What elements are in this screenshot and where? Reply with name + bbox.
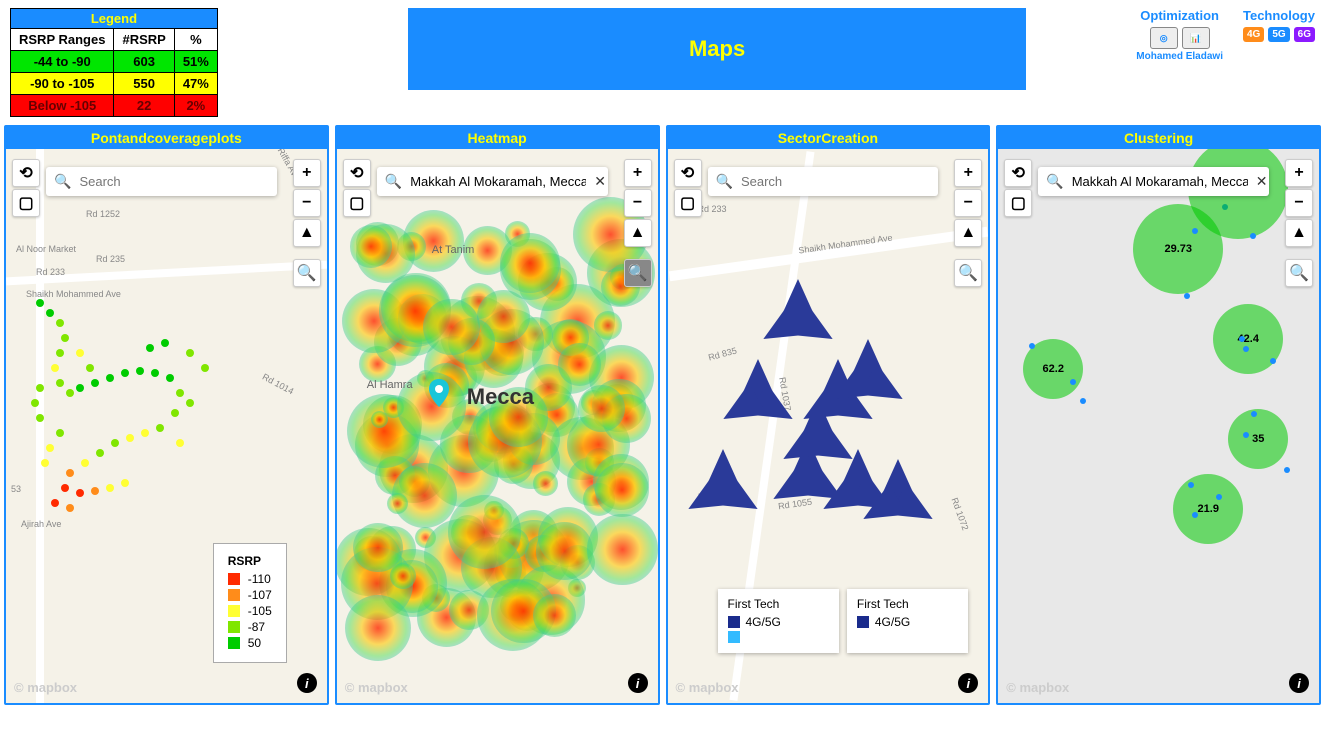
search-icon: 🔍 (716, 173, 733, 190)
rotate-icon[interactable]: ⟲ (674, 159, 702, 187)
search-bar[interactable]: 🔍 (46, 167, 277, 196)
zoom-out-button[interactable]: − (624, 189, 652, 217)
info-icon[interactable]: i (297, 673, 317, 693)
zoom-out-button[interactable]: − (954, 189, 982, 217)
map-panel-sector: SectorCreation Rd 233 Shaikh Mohammed Av… (666, 125, 991, 705)
badge-5g: 5G (1268, 27, 1289, 42)
zoom-in-button[interactable]: + (1285, 159, 1313, 187)
magnify-icon[interactable]: 🔍 (1285, 259, 1313, 287)
mapbox-logo: © mapbox (345, 680, 408, 695)
frame-icon[interactable]: ▢ (343, 189, 371, 217)
zoom-in-button[interactable]: + (293, 159, 321, 187)
search-input[interactable] (410, 174, 586, 189)
map-panel-coverage: Pontandcoverageplots Al Noor Market Rd 1… (4, 125, 329, 705)
rotate-icon[interactable]: ⟲ (1004, 159, 1032, 187)
author-label: Mohamed Eladawi (1136, 51, 1223, 62)
compass-icon[interactable]: ▲ (624, 219, 652, 247)
map-title: SectorCreation (668, 127, 989, 149)
compass-icon[interactable]: ▲ (954, 219, 982, 247)
city-label: Mecca (467, 384, 534, 410)
badge-6g: 6G (1294, 27, 1315, 42)
brand-block: Optimization ◎ 📊 Mohamed Eladawi Technol… (1136, 8, 1315, 62)
cluster-circle[interactable]: 21.9 (1173, 474, 1243, 544)
map-title: Clustering (998, 127, 1319, 149)
zoom-in-button[interactable]: + (624, 159, 652, 187)
magnify-icon[interactable]: 🔍 (624, 259, 652, 287)
zoom-in-button[interactable]: + (954, 159, 982, 187)
rsrp-legend: RSRP -110-107-105-8750 (213, 543, 287, 663)
legend-col-1: #RSRP (114, 29, 174, 51)
zoom-out-button[interactable]: − (1285, 189, 1313, 217)
search-icon: 🔍 (54, 173, 71, 190)
search-input[interactable] (1072, 174, 1248, 189)
map-canvas[interactable]: Al Noor Market Rd 1252 Rd 233 Rd 235 Sha… (6, 149, 327, 703)
page-title: Maps (408, 8, 1026, 90)
mapbox-logo: © mapbox (14, 680, 77, 695)
badge-4g: 4G (1243, 27, 1264, 42)
location-pin-icon (429, 379, 449, 407)
legend-row: -90 to -10555047% (11, 73, 218, 95)
rotate-icon[interactable]: ⟲ (343, 159, 371, 187)
map-canvas[interactable]: 29.7342.462.23521.9 🔍 ✕ ⟲ ▢ + − ▲ 🔍 © ma… (998, 149, 1319, 703)
close-icon[interactable]: ✕ (1256, 173, 1268, 190)
info-icon[interactable]: i (628, 673, 648, 693)
laptop-icon: ◎ (1150, 27, 1178, 49)
zoom-out-button[interactable]: − (293, 189, 321, 217)
brand-optimization: Optimization (1136, 8, 1223, 23)
legend-row: Below -105222% (11, 95, 218, 117)
mapbox-logo: © mapbox (1006, 680, 1069, 695)
search-icon: 🔍 (385, 173, 402, 190)
map-panel-clustering: Clustering 29.7342.462.23521.9 🔍 ✕ ⟲ ▢ +… (996, 125, 1321, 705)
frame-icon[interactable]: ▢ (674, 189, 702, 217)
search-bar[interactable]: 🔍 ✕ (377, 167, 608, 196)
legend-table: Legend RSRP Ranges #RSRP % -44 to -90603… (10, 8, 218, 117)
search-bar[interactable]: 🔍 (708, 167, 939, 196)
close-icon[interactable]: ✕ (594, 173, 606, 190)
map-title: Pontandcoverageplots (6, 127, 327, 149)
search-icon: 🔍 (1046, 173, 1063, 190)
rotate-icon[interactable]: ⟲ (12, 159, 40, 187)
magnify-icon[interactable]: 🔍 (293, 259, 321, 287)
legend-col-2: % (174, 29, 217, 51)
cluster-circle[interactable]: 35 (1228, 409, 1288, 469)
compass-icon[interactable]: ▲ (1285, 219, 1313, 247)
frame-icon[interactable]: ▢ (1004, 189, 1032, 217)
map-panel-heatmap: Heatmap At Tanim Al Hamra Mecca 🔍 ✕ ⟲ ▢ … (335, 125, 660, 705)
search-input[interactable] (741, 174, 930, 189)
legend-col-0: RSRP Ranges (11, 29, 114, 51)
compass-icon[interactable]: ▲ (293, 219, 321, 247)
map-title: Heatmap (337, 127, 658, 149)
legend-row: -44 to -9060351% (11, 51, 218, 73)
magnify-icon[interactable]: 🔍 (954, 259, 982, 287)
info-icon[interactable]: i (1289, 673, 1309, 693)
mapbox-logo: © mapbox (676, 680, 739, 695)
map-canvas[interactable]: Rd 233 Shaikh Mohammed Ave Rd 835 Rd 103… (668, 149, 989, 703)
legend-title: Legend (11, 9, 218, 29)
search-input[interactable] (79, 174, 268, 189)
search-bar[interactable]: 🔍 ✕ (1038, 167, 1269, 196)
frame-icon[interactable]: ▢ (12, 189, 40, 217)
sector-legend: First Tech 4G/5G First Tech 4G/5G (718, 589, 969, 653)
chart-icon: 📊 (1182, 27, 1210, 49)
brand-technology: Technology (1243, 8, 1315, 23)
map-canvas[interactable]: At Tanim Al Hamra Mecca 🔍 ✕ ⟲ ▢ + − ▲ 🔍 … (337, 149, 658, 703)
